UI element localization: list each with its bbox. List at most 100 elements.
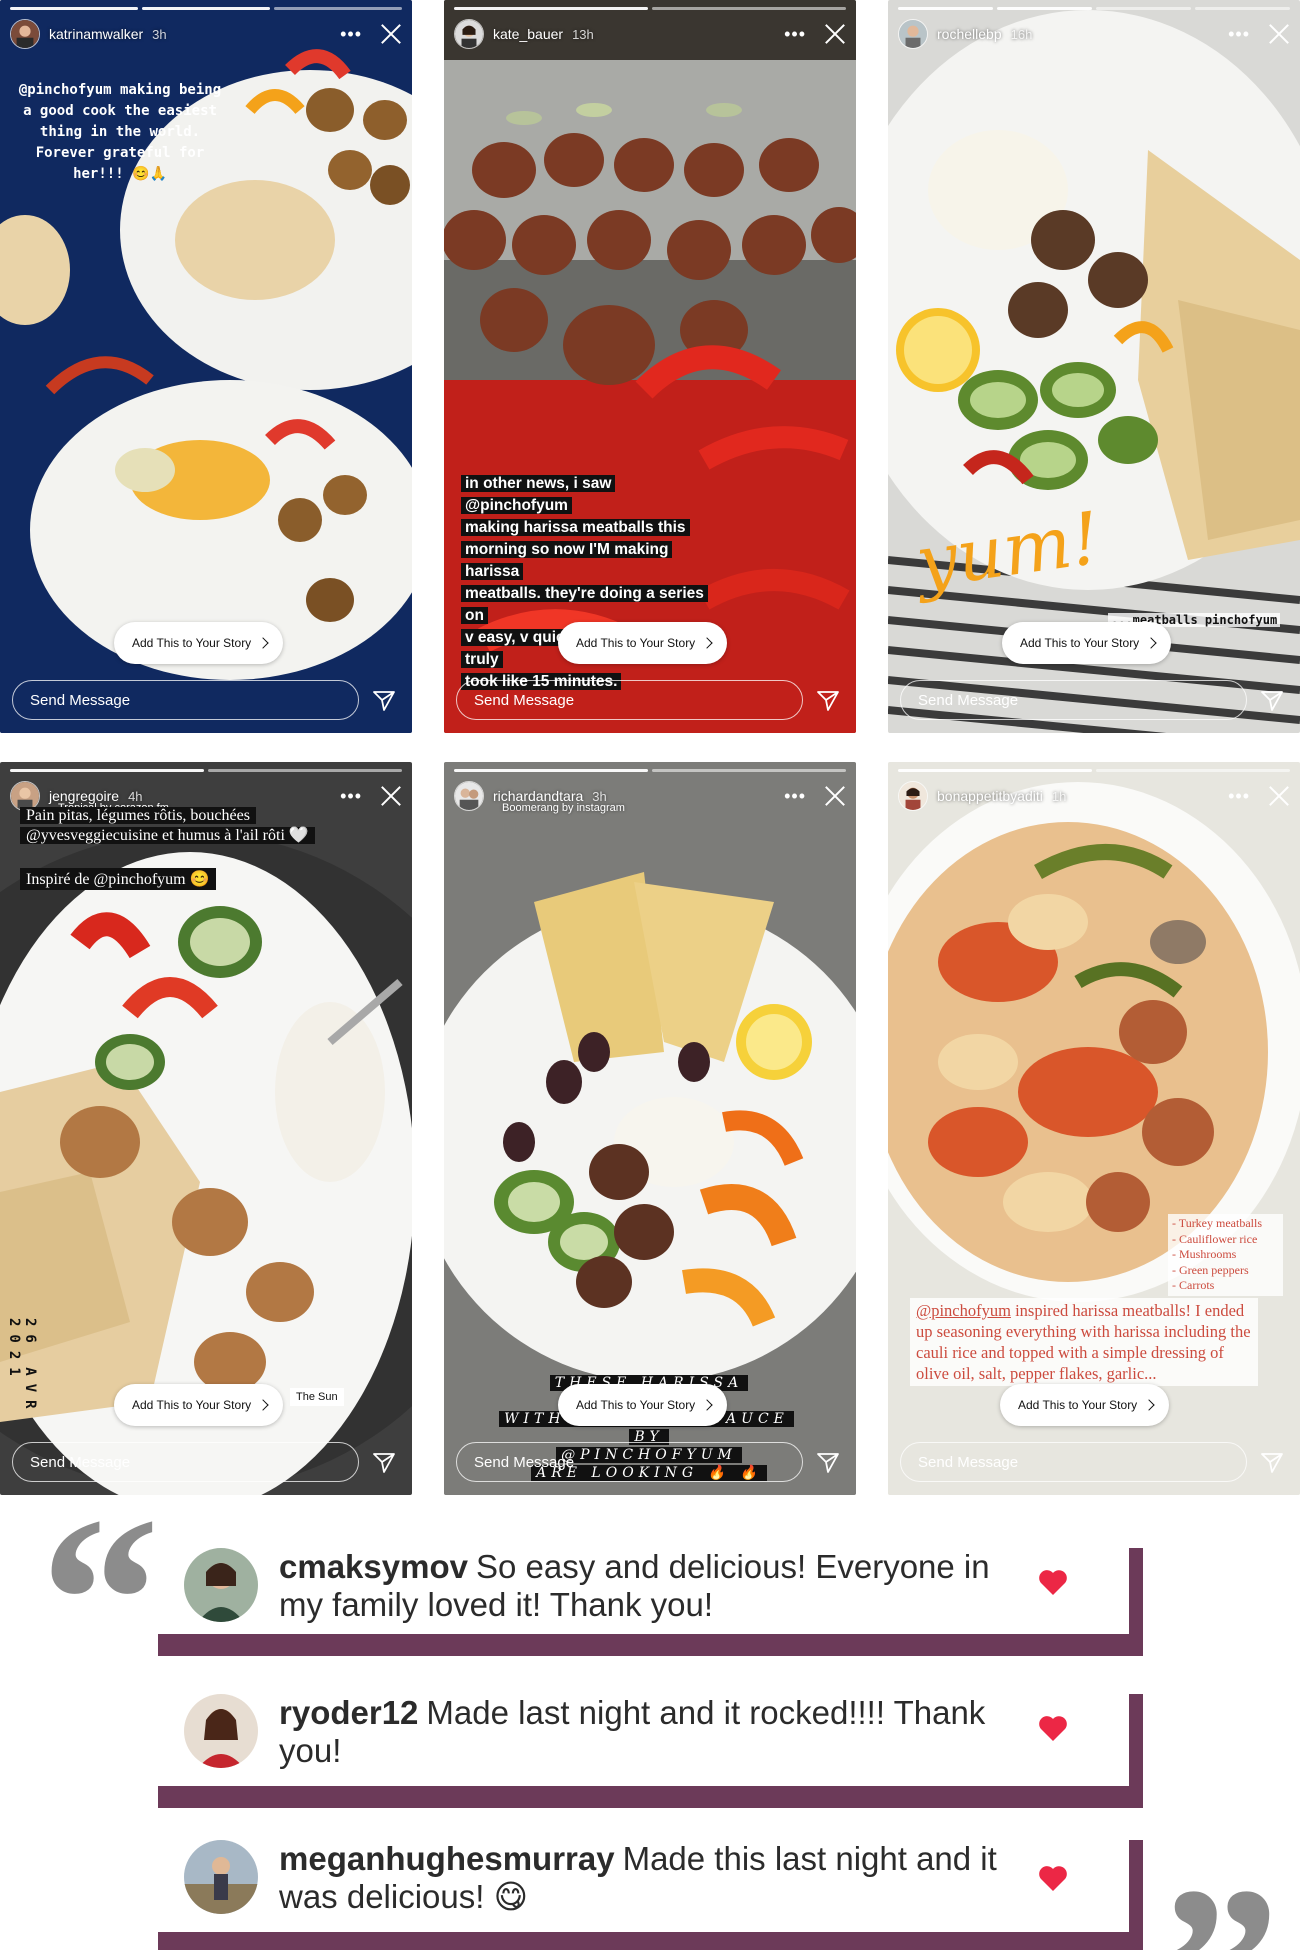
story-card-5[interactable]: richardandtara 3h ••• Boomerang by insta… [444, 762, 856, 1495]
chevron-right-icon [701, 1399, 713, 1411]
card-frame-bottom [158, 1932, 1143, 1950]
more-options-icon[interactable]: ••• [784, 25, 806, 43]
review-card: meganhughesmurray Made this last night an… [158, 1840, 1143, 1950]
story-card-3[interactable]: rochellebp 16h ••• yum! ...meatballs pin… [888, 0, 1300, 733]
close-icon[interactable] [380, 785, 402, 807]
ingredient-item: - Carrots [1172, 1278, 1215, 1292]
add-to-story-button[interactable]: Add This to Your Story [114, 622, 284, 664]
caption-line: a good cook the easiest [23, 103, 217, 119]
add-to-story-label: Add This to Your Story [132, 636, 252, 650]
story-username[interactable]: bonappetitbyaditi [937, 788, 1043, 804]
caption-line: in other news, i saw @pinchofyum [461, 475, 616, 514]
avatar[interactable] [454, 781, 484, 811]
send-message-input[interactable]: Send Message [900, 680, 1247, 720]
send-icon[interactable] [372, 690, 396, 712]
send-message-input[interactable]: Send Message [900, 1442, 1247, 1482]
more-options-icon[interactable]: ••• [1228, 787, 1250, 805]
add-to-story-button[interactable]: Add This to Your Story [1002, 622, 1172, 664]
story-time: 1h [1051, 788, 1067, 804]
story-progress [454, 769, 846, 772]
ingredient-item: - Green peppers [1172, 1262, 1249, 1277]
story-header: rochellebp 16h ••• [898, 18, 1290, 50]
story-progress [10, 769, 402, 772]
story-progress [898, 7, 1290, 10]
close-icon[interactable] [824, 785, 846, 807]
avatar[interactable] [898, 781, 928, 811]
add-to-story-label: Add This to Your Story [1018, 1398, 1138, 1412]
caption-text: Pain pitas, légumes rôtis, bouchées @yve… [20, 807, 315, 844]
story-grid: katrinamwalker 3h ••• @pinchofyum making… [0, 0, 1300, 1495]
add-to-story-label: Add This to Your Story [1020, 636, 1140, 650]
story-header: katrinamwalker 3h ••• [10, 18, 402, 50]
add-to-story-button[interactable]: Add This to Your Story [1000, 1384, 1170, 1426]
send-icon[interactable] [816, 1452, 840, 1474]
send-message-input[interactable]: Send Message [12, 1442, 359, 1482]
story-header: bonappetitbyaditi 1h ••• [898, 780, 1290, 812]
story-username[interactable]: kate_bauer [493, 26, 563, 42]
avatar[interactable] [184, 1694, 258, 1768]
close-icon[interactable] [1268, 785, 1290, 807]
story-card-4[interactable]: jengregoire 4h ••• Tropical by corazon.f… [0, 762, 412, 1495]
send-icon[interactable] [372, 1452, 396, 1474]
heart-icon[interactable] [1038, 1568, 1068, 1596]
story-caption: @pinchofyum making being a good cook the… [5, 80, 235, 185]
add-to-story-button[interactable]: Add This to Your Story [558, 1384, 728, 1426]
more-options-icon[interactable]: ••• [340, 787, 362, 805]
heart-icon[interactable] [1038, 1864, 1068, 1892]
send-icon[interactable] [816, 690, 840, 712]
send-icon[interactable] [1260, 690, 1284, 712]
caption-line: making harissa meatballs this [461, 519, 690, 536]
chevron-right-icon [257, 637, 269, 649]
more-options-icon[interactable]: ••• [784, 787, 806, 805]
chevron-right-icon [1145, 637, 1157, 649]
more-options-icon[interactable]: ••• [1228, 25, 1250, 43]
story-time: 16h [1010, 26, 1033, 42]
review-text: ryoder12 Made last night and it rocked!!!… [279, 1694, 1019, 1770]
mention-link[interactable]: @pinchofyum [916, 1301, 1011, 1320]
story-caption-credit: Inspiré de @pinchofyum 😊 [20, 868, 216, 890]
story-card-2[interactable]: kate_bauer 13h ••• in other news, i saw … [444, 0, 856, 733]
more-options-icon[interactable]: ••• [340, 25, 362, 43]
avatar[interactable] [454, 19, 484, 49]
heart-icon[interactable] [1038, 1714, 1068, 1742]
avatar[interactable] [184, 1548, 258, 1622]
close-icon[interactable] [824, 23, 846, 45]
caption-line: her!!! 😊🙏 [73, 166, 167, 182]
review-card: ryoder12 Made last night and it rocked!!!… [158, 1694, 1143, 1808]
send-message-input[interactable]: Send Message [12, 680, 359, 720]
avatar[interactable] [184, 1840, 258, 1914]
avatar[interactable] [898, 19, 928, 49]
send-message-input[interactable]: Send Message [456, 1442, 803, 1482]
story-time: 3h [152, 26, 167, 42]
send-icon[interactable] [1260, 1452, 1284, 1474]
add-to-story-button[interactable]: Add This to Your Story [558, 622, 728, 664]
close-icon[interactable] [380, 23, 402, 45]
story-progress [454, 7, 846, 10]
avatar[interactable] [10, 19, 40, 49]
add-to-story-label: Add This to Your Story [132, 1398, 252, 1412]
story-username[interactable]: rochellebp [937, 26, 1002, 42]
chevron-right-icon [257, 1399, 269, 1411]
send-message-input[interactable]: Send Message [456, 680, 803, 720]
caption-line: thing in the world. [39, 124, 201, 140]
review-username[interactable]: cmaksymov [279, 1548, 468, 1585]
story-card-6[interactable]: bonappetitbyaditi 1h ••• - Turkey meatba… [888, 762, 1300, 1495]
ingredient-list: - Turkey meatballs - Cauliflower rice - … [1168, 1214, 1283, 1296]
close-icon[interactable] [1268, 23, 1290, 45]
card-frame-bottom [158, 1786, 1143, 1808]
story-username[interactable]: katrinamwalker [49, 26, 143, 42]
add-to-story-button[interactable]: Add This to Your Story [114, 1384, 284, 1426]
story-progress [10, 7, 402, 10]
review-username[interactable]: ryoder12 [279, 1694, 418, 1731]
story-progress [898, 769, 1290, 772]
ingredient-item: - Cauliflower rice [1172, 1231, 1258, 1246]
review-username[interactable]: meganhughesmurray [279, 1840, 615, 1877]
ingredient-item: - Turkey meatballs [1172, 1216, 1262, 1230]
music-sticker: The Sun [290, 1388, 344, 1406]
boomerang-label[interactable]: Boomerang by instagram [502, 802, 625, 814]
card-frame-bottom [158, 1634, 1143, 1656]
story-card-1[interactable]: katrinamwalker 3h ••• @pinchofyum making… [0, 0, 412, 733]
story-caption: @pinchofyum inspired harissa meatballs! … [910, 1298, 1258, 1386]
caption-line: meatballs. they're doing a series on [461, 585, 708, 624]
review-text: cmaksymov So easy and delicious! Everyone… [279, 1548, 1019, 1624]
